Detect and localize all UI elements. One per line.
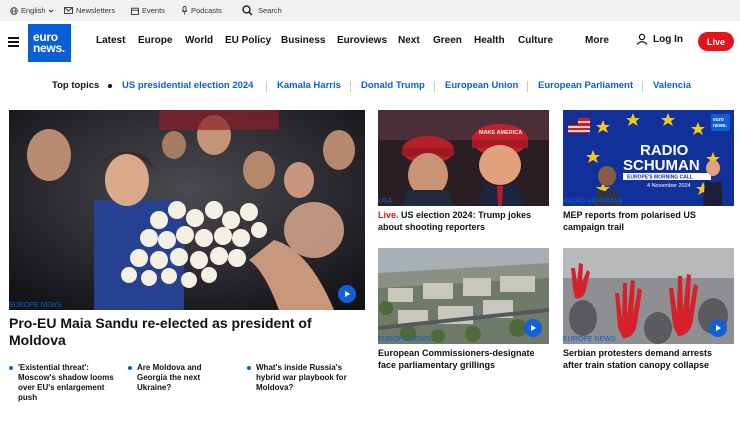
- euronews-logo[interactable]: euro news.: [28, 24, 71, 62]
- svg-text:MAKE AMERICA: MAKE AMERICA: [479, 130, 522, 136]
- nav-more[interactable]: More: [585, 35, 609, 46]
- nav-business[interactable]: Business: [281, 35, 325, 46]
- language-label: English: [21, 6, 46, 15]
- card-1-headline-text: US election 2024: Trump jokes about shoo…: [378, 210, 532, 232]
- related-article-2-title: Are Moldova and Georgia the next Ukraine…: [137, 363, 202, 392]
- topic-separator: [350, 81, 351, 92]
- globe-icon: [10, 6, 18, 15]
- card-image-serbia-protest[interactable]: [563, 248, 734, 344]
- hero-headline[interactable]: Pro-EU Maia Sandu re-elected as presiden…: [9, 315, 365, 349]
- topic-european-parliament[interactable]: European Parliament: [538, 80, 633, 91]
- card-3-kicker[interactable]: EUROPE NEWS: [378, 336, 431, 343]
- card-1-headline[interactable]: Live. US election 2024: Trump jokes abou…: [378, 210, 549, 233]
- nav-europe[interactable]: Europe: [138, 35, 172, 46]
- topic-separator: [527, 81, 528, 92]
- nav-next[interactable]: Next: [398, 35, 420, 46]
- nav-health[interactable]: Health: [474, 35, 505, 46]
- hero-image[interactable]: [9, 110, 365, 310]
- microphone-icon: [181, 6, 188, 15]
- events-label: Events: [142, 6, 165, 15]
- card-image-trump[interactable]: MAKE AMERICA: [378, 110, 549, 206]
- hamburger-menu-icon[interactable]: [8, 37, 19, 47]
- related-article-3[interactable]: What's inside Russia's hybrid war playbo…: [247, 363, 356, 393]
- newsletters-label: Newsletters: [76, 6, 116, 15]
- live-button[interactable]: Live: [698, 32, 734, 51]
- topic-separator: [434, 81, 435, 92]
- top-topics-bar: Top topics US presidential election 2024…: [0, 74, 740, 98]
- related-bullet: [9, 366, 13, 370]
- logo-line2: news.: [33, 41, 65, 55]
- topic-us-election[interactable]: US presidential election 2024: [122, 80, 253, 91]
- nav-world[interactable]: World: [185, 35, 213, 46]
- user-icon: [636, 33, 648, 45]
- events-link[interactable]: Events: [131, 0, 165, 21]
- envelope-icon: [64, 7, 73, 14]
- podcasts-label: Podcasts: [191, 6, 222, 15]
- card-4-headline[interactable]: Serbian protesters demand arrests after …: [563, 348, 734, 371]
- card-2-kicker[interactable]: RADIO SCHUMAN: [563, 198, 623, 205]
- card-1-kicker[interactable]: USA: [378, 198, 392, 205]
- play-video-icon[interactable]: [709, 319, 727, 337]
- topic-donald-trump[interactable]: Donald Trump: [361, 80, 425, 91]
- chevron-down-icon: [48, 9, 53, 13]
- language-selector[interactable]: English: [10, 0, 57, 21]
- nav-euroviews[interactable]: Euroviews: [337, 35, 387, 46]
- related-article-1-title: 'Existential threat': Moscow's shadow lo…: [18, 363, 114, 402]
- radio-date: 4 November 2024: [647, 183, 691, 189]
- related-article-3-title: What's inside Russia's hybrid war playbo…: [256, 363, 347, 392]
- nav-latest[interactable]: Latest: [96, 35, 125, 46]
- related-article-2[interactable]: Are Moldova and Georgia the next Ukraine…: [128, 363, 232, 393]
- utility-bar: English Newsletters Events Podcasts Sear…: [0, 0, 740, 21]
- topic-european-union[interactable]: European Union: [445, 80, 518, 91]
- newsletters-link[interactable]: Newsletters: [64, 0, 115, 21]
- topic-kamala-harris[interactable]: Kamala Harris: [277, 80, 341, 91]
- card-image-commission[interactable]: [378, 248, 549, 344]
- radio-logo-line2: news.: [713, 123, 728, 129]
- top-topics-label: Top topics: [52, 80, 100, 91]
- radio-subtitle: EUROPE'S MORNING CALL: [627, 175, 693, 181]
- card-4-kicker[interactable]: EUROPE NEWS: [563, 336, 616, 343]
- search-label: Search: [258, 6, 282, 15]
- topic-separator: [642, 81, 643, 92]
- search-button[interactable]: Search: [242, 0, 282, 21]
- related-bullet: [128, 366, 132, 370]
- login-label: Log In: [653, 33, 683, 45]
- card-2-headline[interactable]: MEP reports from polarised US campaign t…: [563, 210, 734, 233]
- related-article-1[interactable]: 'Existential threat': Moscow's shadow lo…: [9, 363, 123, 403]
- topic-separator: [266, 81, 267, 92]
- topic-valencia[interactable]: Valencia: [653, 80, 691, 91]
- play-video-icon[interactable]: [338, 285, 356, 303]
- live-prefix: Live.: [378, 210, 399, 220]
- nav-green[interactable]: Green: [433, 35, 462, 46]
- calendar-icon: [131, 7, 139, 15]
- hero-kicker[interactable]: EUROPE NEWS: [9, 302, 62, 309]
- login-button[interactable]: Log In: [636, 33, 683, 45]
- podcasts-link[interactable]: Podcasts: [181, 0, 222, 21]
- related-bullet: [247, 366, 251, 370]
- search-icon: [242, 5, 253, 16]
- card-image-radio-schuman[interactable]: RADIO SCHUMAN EUROPE'S MORNING CALL 4 No…: [563, 110, 734, 206]
- card-3-headline[interactable]: European Commissioners-designate face pa…: [378, 348, 549, 371]
- nav-culture[interactable]: Culture: [518, 35, 553, 46]
- topics-bullet: [108, 84, 112, 88]
- play-video-icon[interactable]: [524, 319, 542, 337]
- nav-eu-policy[interactable]: EU Policy: [225, 35, 271, 46]
- main-navigation: euro news. Latest Europe World EU Policy…: [0, 21, 740, 63]
- radio-title-2: SCHUMAN: [623, 157, 700, 174]
